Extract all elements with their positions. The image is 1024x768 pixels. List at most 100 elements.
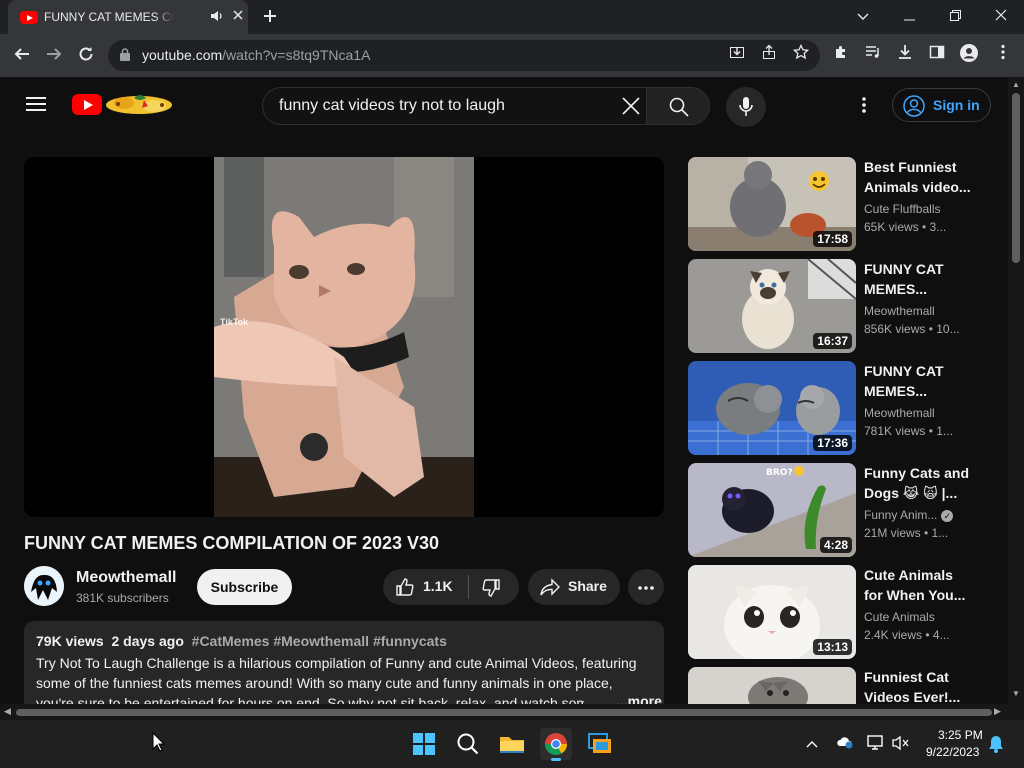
guide-menu-icon[interactable] [26, 97, 46, 111]
youtube-doodle-logo[interactable] [104, 92, 174, 116]
microphone-icon [739, 97, 753, 116]
recommendation-stats: 781K views • 1... [864, 424, 953, 438]
scroll-up-arrow[interactable]: ▲ [1012, 80, 1020, 89]
recommendation-title[interactable]: Cute Animals for When You... [864, 565, 974, 605]
recommendation-title[interactable]: FUNNY CAT MEMES... [864, 361, 974, 401]
network-icon[interactable] [867, 735, 885, 753]
reload-button[interactable] [74, 44, 98, 68]
remote-desktop-button[interactable] [584, 728, 616, 760]
minimize-button[interactable] [899, 6, 919, 26]
recommendation-thumbnail[interactable]: BRO? 4:28 [688, 463, 856, 557]
onedrive-icon[interactable] [836, 735, 854, 753]
channel-name[interactable]: Meowthemall [76, 569, 176, 587]
media-control-icon[interactable] [862, 44, 884, 66]
chrome-menu-icon[interactable] [992, 44, 1014, 66]
youtube-logo-icon[interactable] [72, 94, 102, 115]
search-input[interactable] [279, 88, 609, 124]
horizontal-scroll-thumb[interactable] [16, 709, 992, 716]
install-app-icon[interactable] [726, 44, 748, 66]
recommendation-item[interactable]: 17:36 FUNNY CAT MEMES... Meowthemall 781… [688, 361, 998, 455]
recommendation-channel[interactable]: Cute Animals [864, 610, 984, 624]
scroll-left-arrow[interactable]: ◀ [4, 706, 11, 717]
like-dislike-bar: 1.1K [383, 569, 519, 605]
more-actions-button[interactable] [628, 569, 664, 605]
show-more-link[interactable]: ...more [616, 693, 662, 704]
tab-close-icon[interactable] [232, 8, 244, 24]
video-duration: 4:28 [819, 537, 852, 553]
channel-avatar[interactable] [24, 566, 64, 606]
clock-time[interactable]: 3:25 PM [938, 728, 983, 742]
settings-menu-icon[interactable] [852, 95, 876, 119]
thumbs-down-icon [482, 579, 500, 597]
recommendation-item[interactable]: 16:37 FUNNY CAT MEMES... Meowthemall 856… [688, 259, 998, 353]
profile-icon[interactable] [958, 44, 980, 66]
recommendation-thumbnail[interactable] [688, 667, 856, 704]
voice-search-button[interactable] [726, 87, 766, 127]
taskbar-search-button[interactable] [452, 728, 484, 760]
recommendation-thumbnail[interactable]: 17:58 [688, 157, 856, 251]
start-button[interactable] [408, 728, 440, 760]
audio-playing-icon[interactable] [210, 9, 224, 26]
horizontal-scrollbar[interactable]: ◀ ▶ [0, 704, 1008, 720]
chrome-taskbar-button[interactable] [540, 728, 572, 761]
new-tab-button[interactable] [258, 5, 282, 29]
lock-icon[interactable] [120, 48, 130, 61]
tab-search-icon[interactable] [853, 6, 873, 26]
video-player[interactable]: TikTok [24, 157, 664, 517]
show-hidden-icons-chevron[interactable] [803, 735, 821, 753]
recommendation-channel[interactable]: Meowthemall [864, 304, 984, 318]
dislike-button[interactable] [469, 569, 519, 605]
extensions-icon[interactable] [830, 44, 852, 66]
clock-date[interactable]: 9/22/2023 [926, 745, 979, 759]
recommendation-channel[interactable]: Cute Fluffballs [864, 202, 984, 216]
recommendation-item[interactable]: 13:13 Cute Animals for When You... Cute … [688, 565, 998, 659]
vertical-scroll-thumb[interactable] [1012, 93, 1020, 263]
share-icon [540, 578, 560, 596]
side-panel-icon[interactable] [926, 44, 948, 66]
file-explorer-button[interactable] [496, 728, 528, 760]
windows-taskbar: 3:25 PM 9/22/2023 [0, 720, 1024, 768]
recommendation-item[interactable]: BRO? 4:28 Funny Cats and Dogs 😹 🙀 |... F… [688, 463, 998, 557]
like-count: 1.1K [423, 578, 453, 594]
tiktok-watermark: TikTok [220, 317, 249, 327]
recommendation-thumbnail[interactable]: 16:37 [688, 259, 856, 353]
bookmark-star-icon[interactable] [790, 43, 812, 66]
search-button[interactable] [646, 87, 710, 125]
recommendation-thumbnail[interactable]: 13:13 [688, 565, 856, 659]
share-button[interactable]: Share [528, 569, 620, 605]
recommendation-title[interactable]: Funny Cats and Dogs 😹 🙀 |... [864, 463, 974, 503]
url-text[interactable]: youtube.com/watch?v=s8tq9TNca1A [142, 47, 370, 63]
close-window-button[interactable] [991, 6, 1011, 26]
notifications-bell-icon[interactable] [987, 735, 1005, 753]
video-frame[interactable]: TikTok [214, 157, 474, 517]
recommendation-item[interactable]: 17:58 Best Funniest Animals video... Cut… [688, 157, 998, 251]
recommendation-title[interactable]: FUNNY CAT MEMES... [864, 259, 974, 299]
folder-icon [500, 737, 524, 753]
recommendation-channel[interactable]: Funny Anim... ✓ [864, 508, 984, 522]
clear-search-icon[interactable] [621, 96, 641, 116]
sign-in-button[interactable]: Sign in [892, 88, 991, 122]
downloads-icon[interactable] [894, 44, 916, 66]
recommendation-item[interactable]: Funniest Cat Videos Ever!... [688, 667, 998, 704]
restore-button[interactable] [945, 6, 965, 26]
recommendation-thumbnail[interactable]: 17:36 [688, 361, 856, 455]
verified-check-icon: ✓ [941, 509, 954, 522]
forward-button[interactable] [42, 44, 66, 68]
browser-tab[interactable]: FUNNY CAT MEMES COMPILATION OF 2023 V30 … [8, 0, 248, 34]
recommendation-channel[interactable]: Meowthemall [864, 406, 984, 420]
share-page-icon[interactable] [758, 44, 780, 66]
upload-date: 2 days ago [111, 633, 184, 649]
recommendation-title[interactable]: Best Funniest Animals video... [864, 157, 974, 197]
volume-muted-icon[interactable] [892, 735, 910, 753]
scroll-down-arrow[interactable]: ▼ [1012, 689, 1020, 698]
recommendation-title[interactable]: Funniest Cat Videos Ever!... [864, 667, 974, 704]
like-button[interactable]: 1.1K [383, 569, 468, 605]
address-bar[interactable]: youtube.com/watch?v=s8tq9TNca1A [108, 40, 820, 71]
back-button[interactable] [10, 44, 34, 68]
vertical-scrollbar[interactable]: ▲ ▼ [1008, 77, 1024, 704]
description-box[interactable]: 79K views 2 days ago #CatMemes #Meowthem… [24, 621, 664, 704]
hashtags[interactable]: #CatMemes #Meowthemall #funnycats [192, 633, 447, 649]
video-duration: 17:58 [813, 231, 852, 247]
subscribe-button[interactable]: Subscribe [197, 569, 292, 605]
scroll-right-arrow[interactable]: ▶ [994, 706, 1001, 717]
